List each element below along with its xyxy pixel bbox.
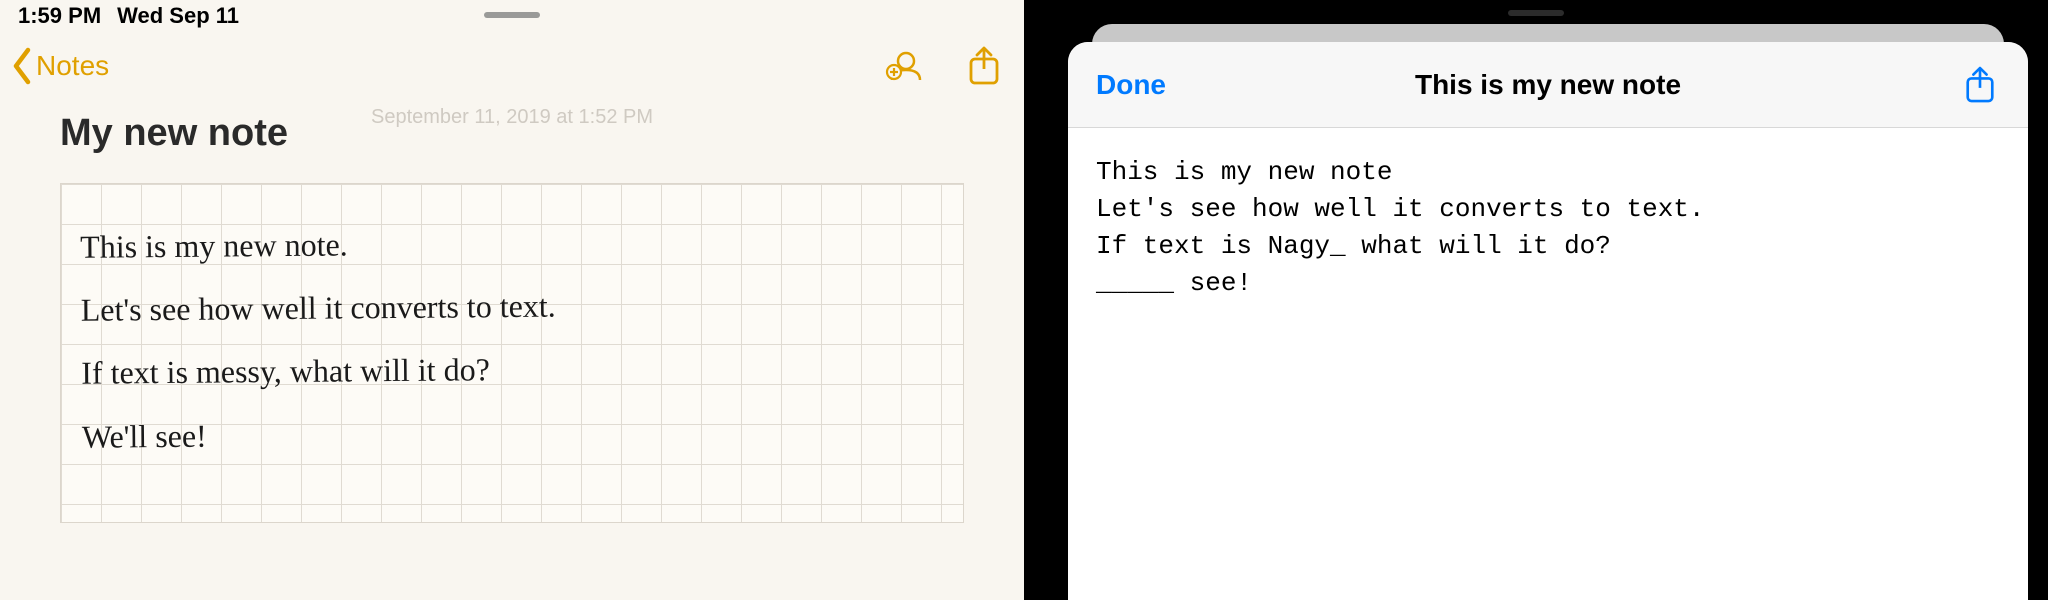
handwriting-line: Let's see how well it converts to text. [80,273,942,340]
share-button[interactable] [964,46,1004,86]
handwriting-line: We'll see! [82,400,944,467]
note-content: My new note This is my new note. Let's s… [0,112,1024,523]
status-time: 1:59 PM [18,3,101,29]
note-timestamp: September 11, 2019 at 1:52 PM [0,106,1024,129]
share-icon [1963,65,1997,105]
handwriting-line: If text is messy, what will it do? [81,337,943,404]
status-bar: 1:59 PM Wed Sep 11 [0,0,1024,32]
add-people-icon [884,46,924,86]
home-indicator-icon[interactable] [484,12,540,18]
converted-text[interactable]: This is my new note Let's see how well i… [1068,128,2028,328]
sheet-title: This is my new note [1415,69,1681,101]
share-button[interactable] [1960,65,2000,105]
notes-app-panel: 1:59 PM Wed Sep 11 Notes [0,0,1024,600]
handwriting-text: This is my new note. Let's see how well … [80,210,944,466]
handwriting-canvas[interactable]: This is my new note. Let's see how well … [60,183,964,523]
home-indicator-icon[interactable] [1508,10,1564,16]
add-people-button[interactable] [884,46,924,86]
handwriting-line: This is my new note. [80,210,942,277]
nav-actions [884,46,1004,86]
share-icon [966,45,1002,87]
chevron-left-icon [10,46,34,86]
text-conversion-panel: Done This is my new note This is my new … [1024,0,2048,600]
status-date: Wed Sep 11 [117,3,239,29]
nav-bar: Notes [0,32,1024,100]
done-button[interactable]: Done [1096,69,1166,101]
back-button[interactable]: Notes [10,46,109,86]
conversion-sheet: Done This is my new note This is my new … [1068,42,2028,600]
back-label: Notes [36,50,109,82]
sheet-nav-bar: Done This is my new note [1068,42,2028,128]
